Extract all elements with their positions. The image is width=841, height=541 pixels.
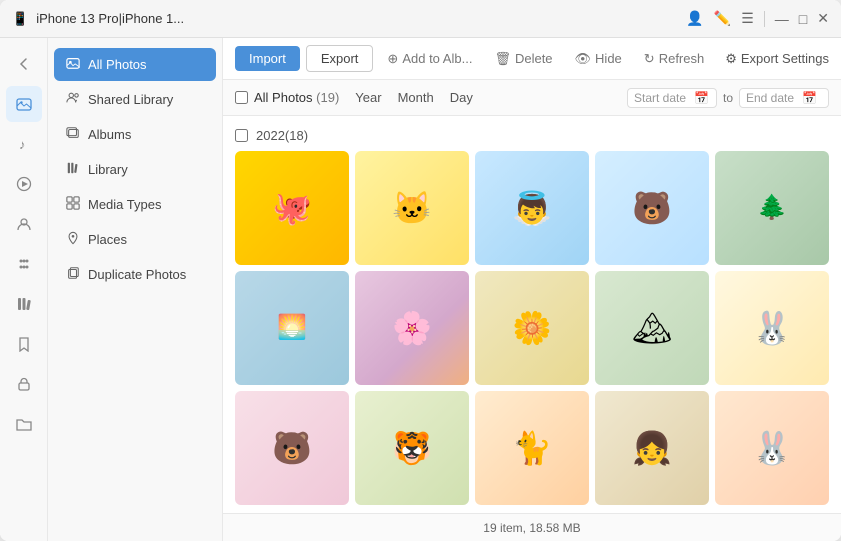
shared-library-icon [66,91,80,108]
sidebar-library-label: Library [88,162,128,177]
export-settings-button[interactable]: ⚙ Export Settings [725,51,829,67]
sidebar-item-places[interactable]: Places [54,223,216,256]
bookmark-nav-icon[interactable] [6,326,42,362]
photo-cell[interactable]: 🐯 [355,391,469,505]
photo-grid: 🐙 🐱 👼 🐻 [235,151,829,505]
start-date-placeholder: Start date [634,91,686,105]
apps-nav-icon[interactable] [6,246,42,282]
maximize-button[interactable]: □ [799,11,807,27]
photo-cell[interactable]: 🐰 [715,391,829,505]
close-button[interactable]: ✕ [817,10,829,27]
calendar-icon-start: 📅 [694,91,709,105]
refresh-button[interactable]: ↻ Refresh [636,46,712,72]
svg-text:♪: ♪ [19,137,26,152]
photo-cell[interactable]: 🌲 [715,151,829,265]
back-nav-icon[interactable] [6,46,42,82]
photo-cell[interactable]: 🐻 [235,391,349,505]
app-window: 📱 iPhone 13 Pro|iPhone 1... 👤 ✏️ ☰ — □ ✕… [0,0,841,541]
filter-bar: All Photos (19) Year Month Day Start dat… [223,80,841,116]
photo-cell[interactable]: 🐙 [235,151,349,265]
delete-button[interactable]: 🗑 Delete [486,46,560,72]
date-to-label: to [723,91,733,105]
add-to-album-button[interactable]: ⊕ Add to Alb... [379,46,480,72]
divider [764,11,765,27]
main-layout: ♪ [0,38,841,541]
minimize-button[interactable]: — [775,11,789,27]
menu-icon[interactable]: ☰ [741,10,754,27]
status-text: 19 item, 18.58 MB [483,521,580,535]
lock-nav-icon[interactable] [6,366,42,402]
video-nav-icon[interactable] [6,166,42,202]
music-nav-icon[interactable]: ♪ [6,126,42,162]
delete-icon: 🗑 [494,51,511,67]
tab-month[interactable]: Month [398,88,434,107]
all-photos-checkbox[interactable] [235,91,248,104]
sidebar-shared-library-label: Shared Library [88,92,173,107]
calendar-icon-end: 📅 [802,91,817,105]
window-title: iPhone 13 Pro|iPhone 1... [36,11,678,26]
hide-icon: 👁 [575,51,592,67]
sidebar-albums-label: Albums [88,127,131,142]
sidebar-media-types-label: Media Types [88,197,161,212]
photo-cell[interactable]: 🐻 [595,151,709,265]
photo-cell[interactable]: 🌼 [475,271,589,385]
photo-cell[interactable]: 🐈 [475,391,589,505]
folder-nav-icon[interactable] [6,406,42,442]
refresh-icon: ↻ [644,51,655,67]
sidebar: All Photos Shared Library Albums Library [48,38,223,541]
albums-icon [66,126,80,143]
content-area: Import Export ⊕ Add to Alb... 🗑 Delete 👁… [223,38,841,541]
year-header: 2022(18) [235,128,829,143]
edit-icon[interactable]: ✏️ [714,10,731,27]
photo-cell[interactable]: 🌅 [235,271,349,385]
toolbar: Import Export ⊕ Add to Alb... 🗑 Delete 👁… [223,38,841,80]
sidebar-item-duplicate-photos[interactable]: Duplicate Photos [54,258,216,291]
sidebar-item-library[interactable]: Library [54,153,216,186]
contact-nav-icon[interactable] [6,206,42,242]
media-types-icon [66,196,80,213]
sidebar-places-label: Places [88,232,127,247]
photo-cell[interactable]: 🌸 [355,271,469,385]
export-settings-icon: ⚙ [725,51,737,67]
year-label: 2022(18) [256,128,308,143]
photo-cell[interactable]: 🏔 [595,271,709,385]
title-bar: 📱 iPhone 13 Pro|iPhone 1... 👤 ✏️ ☰ — □ ✕ [0,0,841,38]
export-button[interactable]: Export [306,45,374,72]
photo-cell[interactable]: 🐱 [355,151,469,265]
sidebar-item-media-types[interactable]: Media Types [54,188,216,221]
date-range: Start date 📅 to End date 📅 [627,88,829,108]
icon-bar: ♪ [0,38,48,541]
user-icon[interactable]: 👤 [686,10,703,27]
window-controls: 👤 ✏️ ☰ — □ ✕ [686,10,829,27]
sidebar-item-shared-library[interactable]: Shared Library [54,83,216,116]
year-checkbox[interactable] [235,129,248,142]
photos-nav-icon[interactable] [6,86,42,122]
all-photos-filter-label: All Photos (19) [254,90,339,105]
photo-cell[interactable]: 👧 [595,391,709,505]
photo-cell[interactable]: 🐰 [715,271,829,385]
photo-cell[interactable]: 👼 [475,151,589,265]
photo-area[interactable]: 2022(18) 🐙 🐱 👼 [223,116,841,513]
sidebar-duplicate-photos-label: Duplicate Photos [88,267,186,282]
all-photos-icon [66,56,80,73]
sidebar-item-all-photos[interactable]: All Photos [54,48,216,81]
end-date-placeholder: End date [746,91,794,105]
tab-day[interactable]: Day [450,88,473,107]
all-photos-checkbox-label[interactable]: All Photos (19) [235,90,339,105]
add-icon: ⊕ [387,51,398,67]
filter-tabs: Year Month Day [355,88,473,107]
sidebar-item-albums[interactable]: Albums [54,118,216,151]
end-date-input[interactable]: End date 📅 [739,88,829,108]
start-date-input[interactable]: Start date 📅 [627,88,717,108]
tab-year[interactable]: Year [355,88,381,107]
import-button[interactable]: Import [235,46,300,71]
library-icon [66,161,80,178]
library-nav-icon[interactable] [6,286,42,322]
places-icon [66,231,80,248]
status-bar: 19 item, 18.58 MB [223,513,841,541]
sidebar-all-photos-label: All Photos [88,57,147,72]
hide-button[interactable]: 👁 Hide [567,46,630,72]
duplicate-photos-icon [66,266,80,283]
device-icon: 📱 [12,11,28,27]
